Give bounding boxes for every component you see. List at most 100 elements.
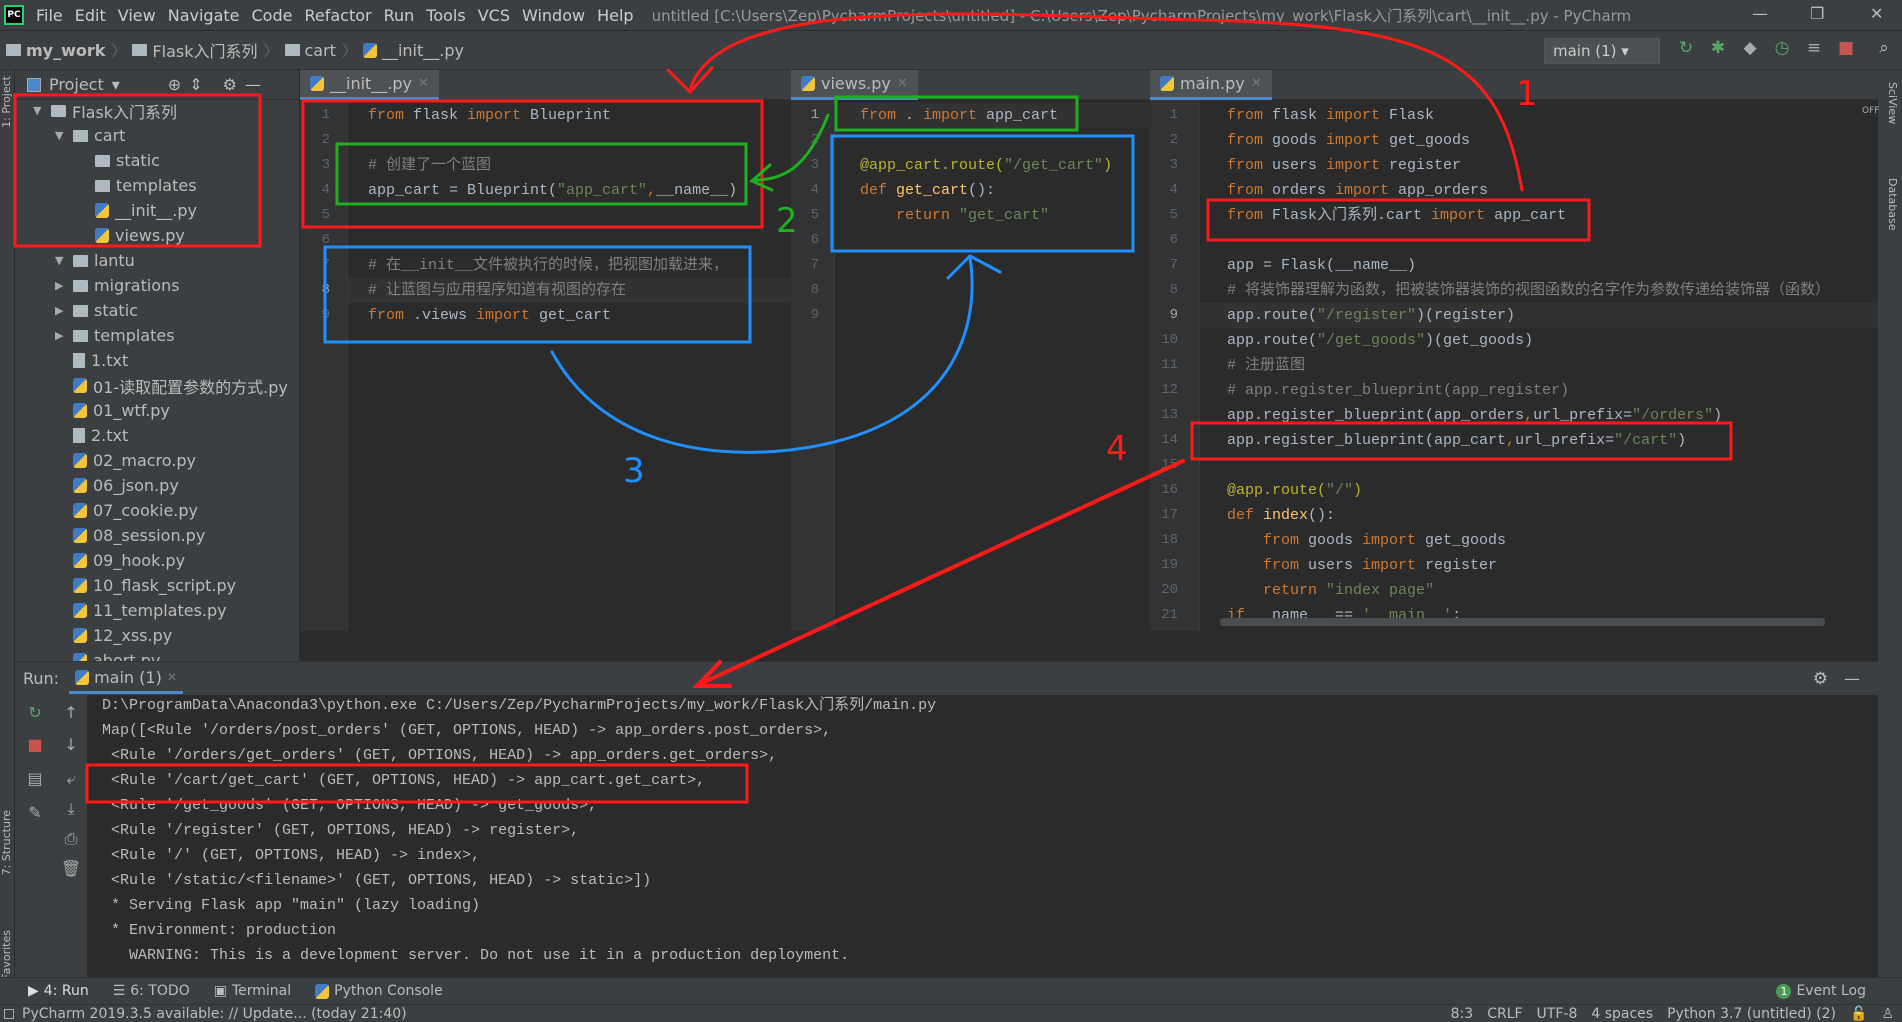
collapse-arrow-icon[interactable]: ▶: [55, 279, 67, 292]
breadcrumb-flask[interactable]: Flask入门系列: [126, 38, 263, 62]
tree-item[interactable]: 11_templates.py: [55, 598, 227, 623]
maximize-button[interactable]: ❐: [1810, 4, 1824, 23]
profile-icon[interactable]: ◷: [1770, 38, 1794, 62]
tree-item[interactable]: 08_session.py: [55, 523, 205, 548]
python-console-tool-tab[interactable]: Python Console: [303, 983, 455, 999]
breadcrumb-cart[interactable]: cart: [279, 41, 342, 60]
tree-item[interactable]: ▼ cart: [55, 123, 125, 148]
interpreter-select[interactable]: Python 3.7 (untitled) (2): [1667, 1006, 1850, 1022]
menu-window[interactable]: Window: [516, 6, 591, 25]
project-view-select[interactable]: Project: [49, 75, 104, 94]
expand-arrow-icon[interactable]: ▼: [33, 104, 45, 117]
build-icon[interactable]: ≡: [1802, 38, 1826, 62]
close-tab-icon[interactable]: ✕: [167, 670, 177, 684]
collapse-arrow-icon[interactable]: ▶: [55, 304, 67, 317]
run-config-select[interactable]: main (1) ▾: [1544, 38, 1660, 64]
minimize-button[interactable]: —: [1752, 4, 1768, 23]
menu-code[interactable]: Code: [246, 6, 299, 25]
editor-views[interactable]: views.py ✕ 1 from . import app_cart 2 3 @app_c…: [791, 70, 1150, 631]
debug-icon[interactable]: ✱: [1706, 38, 1730, 62]
update-message[interactable]: PyCharm 2019.3.5 available: // Update...…: [22, 1006, 407, 1022]
tree-item[interactable]: ▶ templates: [55, 323, 175, 348]
tree-item[interactable]: 01-读取配置参数的方式.py: [55, 373, 288, 398]
menu-navigate[interactable]: Navigate: [162, 6, 246, 25]
menu-tools[interactable]: Tools: [420, 6, 471, 25]
scroll-to-end-icon[interactable]: ⤓: [59, 799, 83, 819]
tree-item[interactable]: static: [77, 148, 160, 173]
up-arrow-icon[interactable]: ↑: [59, 703, 83, 722]
close-tab-icon[interactable]: ✕: [897, 76, 908, 91]
breadcrumb-init[interactable]: __init__.py: [357, 41, 470, 60]
memory-icon[interactable]: ♙: [1881, 1006, 1902, 1022]
menu-run[interactable]: Run: [378, 6, 421, 25]
menu-vcs[interactable]: VCS: [472, 6, 516, 25]
menu-edit[interactable]: Edit: [69, 6, 112, 25]
tree-item[interactable]: ▶ migrations: [55, 273, 180, 298]
hide-icon[interactable]: —: [1844, 669, 1860, 688]
expand-arrow-icon[interactable]: ▼: [55, 129, 67, 142]
menu-view[interactable]: View: [112, 6, 162, 25]
stop-icon[interactable]: ■: [23, 735, 47, 754]
tree-item[interactable]: 2.txt: [55, 423, 128, 448]
coverage-icon[interactable]: ◆: [1738, 38, 1762, 62]
sciview-tool-tab[interactable]: SciView: [1884, 82, 1899, 124]
terminal-tool-tab[interactable]: ▣ Terminal: [202, 983, 303, 999]
toggle-panels-icon[interactable]: [4, 1008, 14, 1019]
tree-item[interactable]: views.py: [77, 223, 185, 248]
gear-icon[interactable]: ⚙: [223, 75, 237, 94]
editor-main[interactable]: main.py ✕ 1 from flask import Flask 2 from go…: [1150, 70, 1878, 631]
lock-icon[interactable]: 🔓: [1850, 1006, 1881, 1022]
close-button[interactable]: ✕: [1870, 4, 1883, 23]
caret-position[interactable]: 8:3: [1451, 1006, 1488, 1022]
collapse-arrow-icon[interactable]: ▶: [55, 329, 67, 342]
close-tab-icon[interactable]: ✕: [418, 76, 429, 91]
down-arrow-icon[interactable]: ↓: [59, 735, 83, 754]
indent-setting[interactable]: 4 spaces: [1591, 1006, 1667, 1022]
tree-item[interactable]: 06_json.py: [55, 473, 179, 498]
stop-icon[interactable]: ■: [1834, 38, 1858, 62]
horizontal-scrollbar[interactable]: [1220, 618, 1825, 626]
tree-item[interactable]: templates: [77, 173, 197, 198]
file-encoding[interactable]: UTF-8: [1537, 1006, 1592, 1022]
tree-item[interactable]: ▼ Flask入门系列: [33, 98, 177, 123]
layout-icon[interactable]: ▤: [23, 769, 47, 788]
tree-item[interactable]: 09_hook.py: [55, 548, 185, 573]
locate-icon[interactable]: ⊕: [168, 75, 181, 94]
tree-item[interactable]: 01_wtf.py: [55, 398, 170, 423]
rerun-icon[interactable]: ↻: [23, 703, 47, 722]
project-tool-tab[interactable]: 1: Project: [0, 76, 15, 128]
close-tab-icon[interactable]: ✕: [1251, 76, 1262, 91]
tree-item[interactable]: ▼ lantu: [55, 248, 135, 273]
tree-item[interactable]: __init__.py: [77, 198, 197, 223]
line-separator[interactable]: CRLF: [1487, 1006, 1536, 1022]
structure-tool-tab[interactable]: 7: Structure: [0, 810, 15, 875]
tab-initpy[interactable]: __init__.py ✕: [300, 70, 439, 100]
tree-item[interactable]: ▶ static: [55, 298, 138, 323]
pin-icon[interactable]: ✎: [23, 803, 47, 822]
todo-tool-tab[interactable]: ☰ 6: TODO: [101, 983, 202, 999]
print-icon[interactable]: ⎙: [59, 829, 83, 849]
tree-item[interactable]: 10_flask_script.py: [55, 573, 236, 598]
rerun-icon[interactable]: ↻: [1674, 38, 1698, 62]
tree-item[interactable]: 1.txt: [55, 348, 128, 373]
menu-refactor[interactable]: Refactor: [298, 6, 377, 25]
run-tool-tab[interactable]: ▶ 4: Run: [0, 983, 101, 999]
soft-wrap-icon[interactable]: ⤶: [59, 769, 83, 789]
event-log-tab[interactable]: 1 Event Log: [1764, 983, 1902, 999]
trash-icon[interactable]: 🗑: [59, 859, 83, 878]
menu-help[interactable]: Help: [591, 6, 639, 25]
run-tab-main[interactable]: main (1) ✕: [69, 664, 183, 694]
tree-item[interactable]: 12_xss.py: [55, 623, 172, 648]
tree-item[interactable]: 02_macro.py: [55, 448, 196, 473]
editor-init[interactable]: __init__.py ✕ 1 from flask import Blueprint…: [300, 70, 791, 631]
tab-viewspy[interactable]: views.py ✕: [791, 70, 918, 100]
gear-icon[interactable]: ⚙: [1813, 669, 1828, 689]
hide-icon[interactable]: —: [245, 75, 261, 94]
breadcrumb-my-work[interactable]: my_work: [0, 41, 111, 60]
expand-arrow-icon[interactable]: ▼: [55, 254, 67, 267]
database-tool-tab[interactable]: Database: [1884, 178, 1899, 231]
menu-file[interactable]: File: [30, 6, 69, 25]
collapse-all-icon[interactable]: ⇕: [189, 75, 202, 94]
tab-mainpy[interactable]: main.py ✕: [1150, 70, 1272, 100]
tree-item[interactable]: 07_cookie.py: [55, 498, 198, 523]
